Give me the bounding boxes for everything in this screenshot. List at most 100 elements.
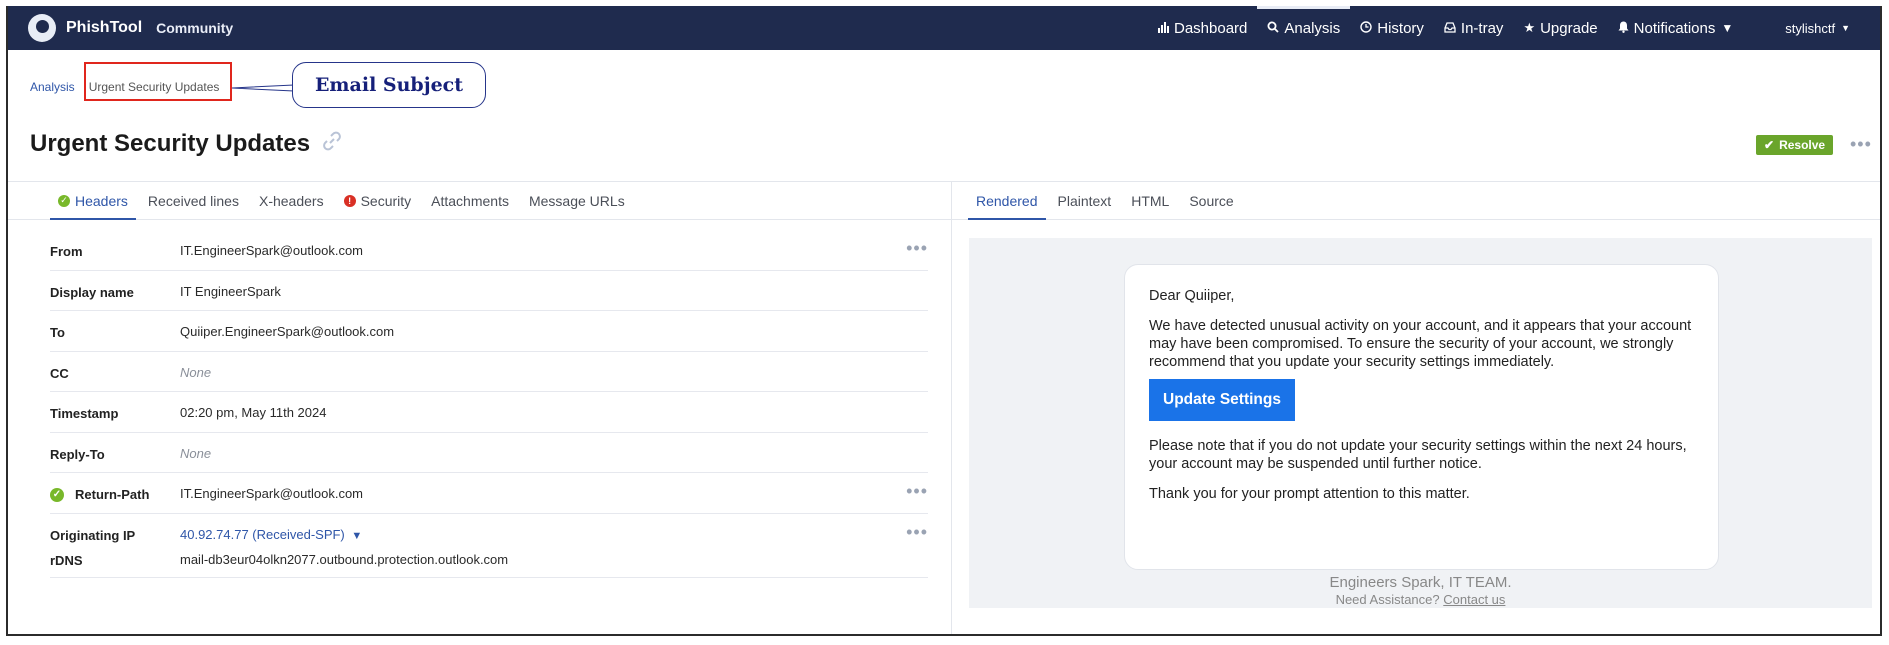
rdns-value: mail-db3eur04olkn2077.outbound.protectio… <box>180 551 509 567</box>
tab-x-headers-label: X-headers <box>258 192 324 209</box>
originating-ip-value[interactable]: 40.92.74.77 (Received-SPF) ▼ <box>180 527 362 542</box>
phishtool-logo-icon <box>28 14 56 42</box>
nav-dashboard[interactable]: Dashboard <box>1148 6 1257 50</box>
check-circle-icon: ✓ <box>50 487 64 502</box>
originating-ip-text: 40.92.74.77 (Received-SPF) <box>180 526 345 542</box>
header-tabs: ✓ Headers Received lines X-headers ! Sec… <box>8 182 951 220</box>
breadcrumb-analysis-link[interactable]: Analysis <box>30 80 75 94</box>
nav-notifications[interactable]: Notifications ▼ <box>1608 6 1744 50</box>
tab-source[interactable]: Source <box>1181 182 1241 219</box>
cc-label: CC <box>50 365 69 381</box>
return-path-label-text: Return-Path <box>75 487 150 502</box>
header-row-timestamp: Timestamp 02:20 pm, May 11th 2024 <box>50 392 928 433</box>
return-path-value: IT.EngineerSpark@outlook.com <box>180 486 364 501</box>
from-label: From <box>50 244 83 259</box>
tab-source-label: Source <box>1189 192 1234 209</box>
nav-analysis-label: Analysis <box>1284 19 1341 37</box>
timestamp-value: 02:20 pm, May 11th 2024 <box>180 405 327 420</box>
nav-dashboard-label: Dashboard <box>1174 19 1248 37</box>
header-row-return-path: ✓ Return-Path IT.EngineerSpark@outlook.c… <box>50 473 928 514</box>
nav-history[interactable]: History <box>1350 6 1434 50</box>
nav-upgrade[interactable]: ★ Upgrade <box>1513 6 1607 50</box>
tab-headers-label: Headers <box>75 192 128 209</box>
resolve-button[interactable]: ✔ Resolve <box>1756 135 1834 155</box>
caret-down-icon: ▼ <box>1841 23 1850 33</box>
header-row-display-name: Display name IT EngineerSpark <box>50 271 928 311</box>
nav-analysis[interactable]: Analysis <box>1257 6 1351 50</box>
reply-to-value: None <box>180 445 212 461</box>
email-paragraph: Thank you for your prompt attention to t… <box>1149 486 1470 502</box>
more-options-icon[interactable]: ••• <box>906 522 928 543</box>
page-title: Urgent Security Updates <box>30 130 342 158</box>
reply-to-label: Reply-To <box>50 446 105 462</box>
search-icon <box>1267 21 1280 36</box>
more-options-icon[interactable]: ••• <box>906 238 928 259</box>
tab-plaintext-label: Plaintext <box>1057 192 1112 209</box>
logo[interactable]: PhishTool Community <box>28 14 233 42</box>
clock-icon <box>1360 20 1372 36</box>
annotation-connector <box>232 84 294 92</box>
tab-security-label: Security <box>360 192 412 209</box>
link-icon[interactable] <box>322 131 342 157</box>
view-tabs: Rendered Plaintext HTML Source <box>952 182 1880 220</box>
email-greeting: Dear Quiiper, <box>1149 288 1235 304</box>
email-help-text: Need Assistance? <box>1335 592 1440 607</box>
headers-list: From IT.EngineerSpark@outlook.com ••• Di… <box>50 230 928 578</box>
email-footer: Engineers Spark, IT TEAM. <box>1329 574 1512 591</box>
to-value: Quiiper.EngineerSpark@outlook.com <box>180 324 395 339</box>
bar-chart-icon <box>1158 21 1169 36</box>
tab-x-headers[interactable]: X-headers <box>251 182 332 219</box>
username: stylishctf <box>1785 20 1836 36</box>
tab-rendered[interactable]: Rendered <box>968 182 1046 220</box>
resolve-label: Resolve <box>1779 138 1826 152</box>
brand-name: PhishTool <box>66 19 143 36</box>
nav-history-label: History <box>1377 19 1424 37</box>
annotation-callout: Email Subject <box>292 62 486 108</box>
header-row-originating-ip: Originating IP 40.92.74.77 (Received-SPF… <box>50 514 928 578</box>
more-options-icon[interactable]: ••• <box>1850 134 1872 155</box>
tab-plaintext[interactable]: Plaintext <box>1050 182 1120 219</box>
display-name-label: Display name <box>50 284 134 300</box>
caret-down-icon: ▼ <box>351 529 363 542</box>
nav-intray[interactable]: In-tray <box>1434 6 1514 50</box>
nav-notifications-label: Notifications <box>1633 19 1716 37</box>
tab-received-lines[interactable]: Received lines <box>140 182 247 219</box>
panel-divider <box>951 181 952 634</box>
app-window: PhishTool Community Dashboard Analysis H… <box>6 6 1882 636</box>
user-menu[interactable]: stylishctf ▼ <box>1785 6 1850 50</box>
check-circle-icon: ✓ <box>58 194 70 207</box>
star-icon: ★ <box>1523 20 1536 35</box>
email-help: Need Assistance? Contact us <box>969 592 1872 607</box>
bell-icon <box>1618 21 1629 36</box>
header-row-from: From IT.EngineerSpark@outlook.com ••• <box>50 230 928 271</box>
originating-ip-label: Originating IP <box>50 527 136 543</box>
timestamp-label: Timestamp <box>50 406 119 421</box>
cc-value: None <box>180 364 212 380</box>
tab-html[interactable]: HTML <box>1123 182 1177 219</box>
header-row-cc: CC None <box>50 352 928 392</box>
more-options-icon[interactable]: ••• <box>906 481 928 502</box>
edition-label: Community <box>156 20 234 36</box>
tab-attachments-label: Attachments <box>431 192 509 209</box>
tab-rendered-label: Rendered <box>976 192 1038 209</box>
tab-security[interactable]: ! Security <box>336 182 420 219</box>
subject-title: Urgent Security Updates <box>30 130 311 157</box>
nav-intray-label: In-tray <box>1460 19 1504 37</box>
email-paragraph: We have detected unusual activity on you… <box>1149 318 1692 370</box>
from-value: IT.EngineerSpark@outlook.com <box>180 243 364 258</box>
main-nav: Dashboard Analysis History In-tray ★ Upg… <box>1148 6 1743 50</box>
update-settings-button[interactable]: Update Settings <box>1149 379 1295 421</box>
tab-html-label: HTML <box>1131 192 1170 209</box>
tab-message-urls-label: Message URLs <box>528 192 625 209</box>
email-body-card: Dear Quiiper, We have detected unusual a… <box>1124 264 1719 570</box>
header-row-to: To Quiiper.EngineerSpark@outlook.com <box>50 311 928 352</box>
tab-attachments[interactable]: Attachments <box>423 182 517 219</box>
tab-message-urls[interactable]: Message URLs <box>521 182 633 219</box>
top-navbar: PhishTool Community Dashboard Analysis H… <box>8 6 1880 50</box>
tab-headers[interactable]: ✓ Headers <box>50 182 136 220</box>
email-paragraph: Please note that if you do not update yo… <box>1149 438 1687 472</box>
contact-us-link[interactable]: Contact us <box>1443 592 1505 607</box>
tab-received-lines-label: Received lines <box>147 192 239 209</box>
nav-upgrade-label: Upgrade <box>1540 19 1598 37</box>
inbox-icon <box>1444 21 1456 36</box>
